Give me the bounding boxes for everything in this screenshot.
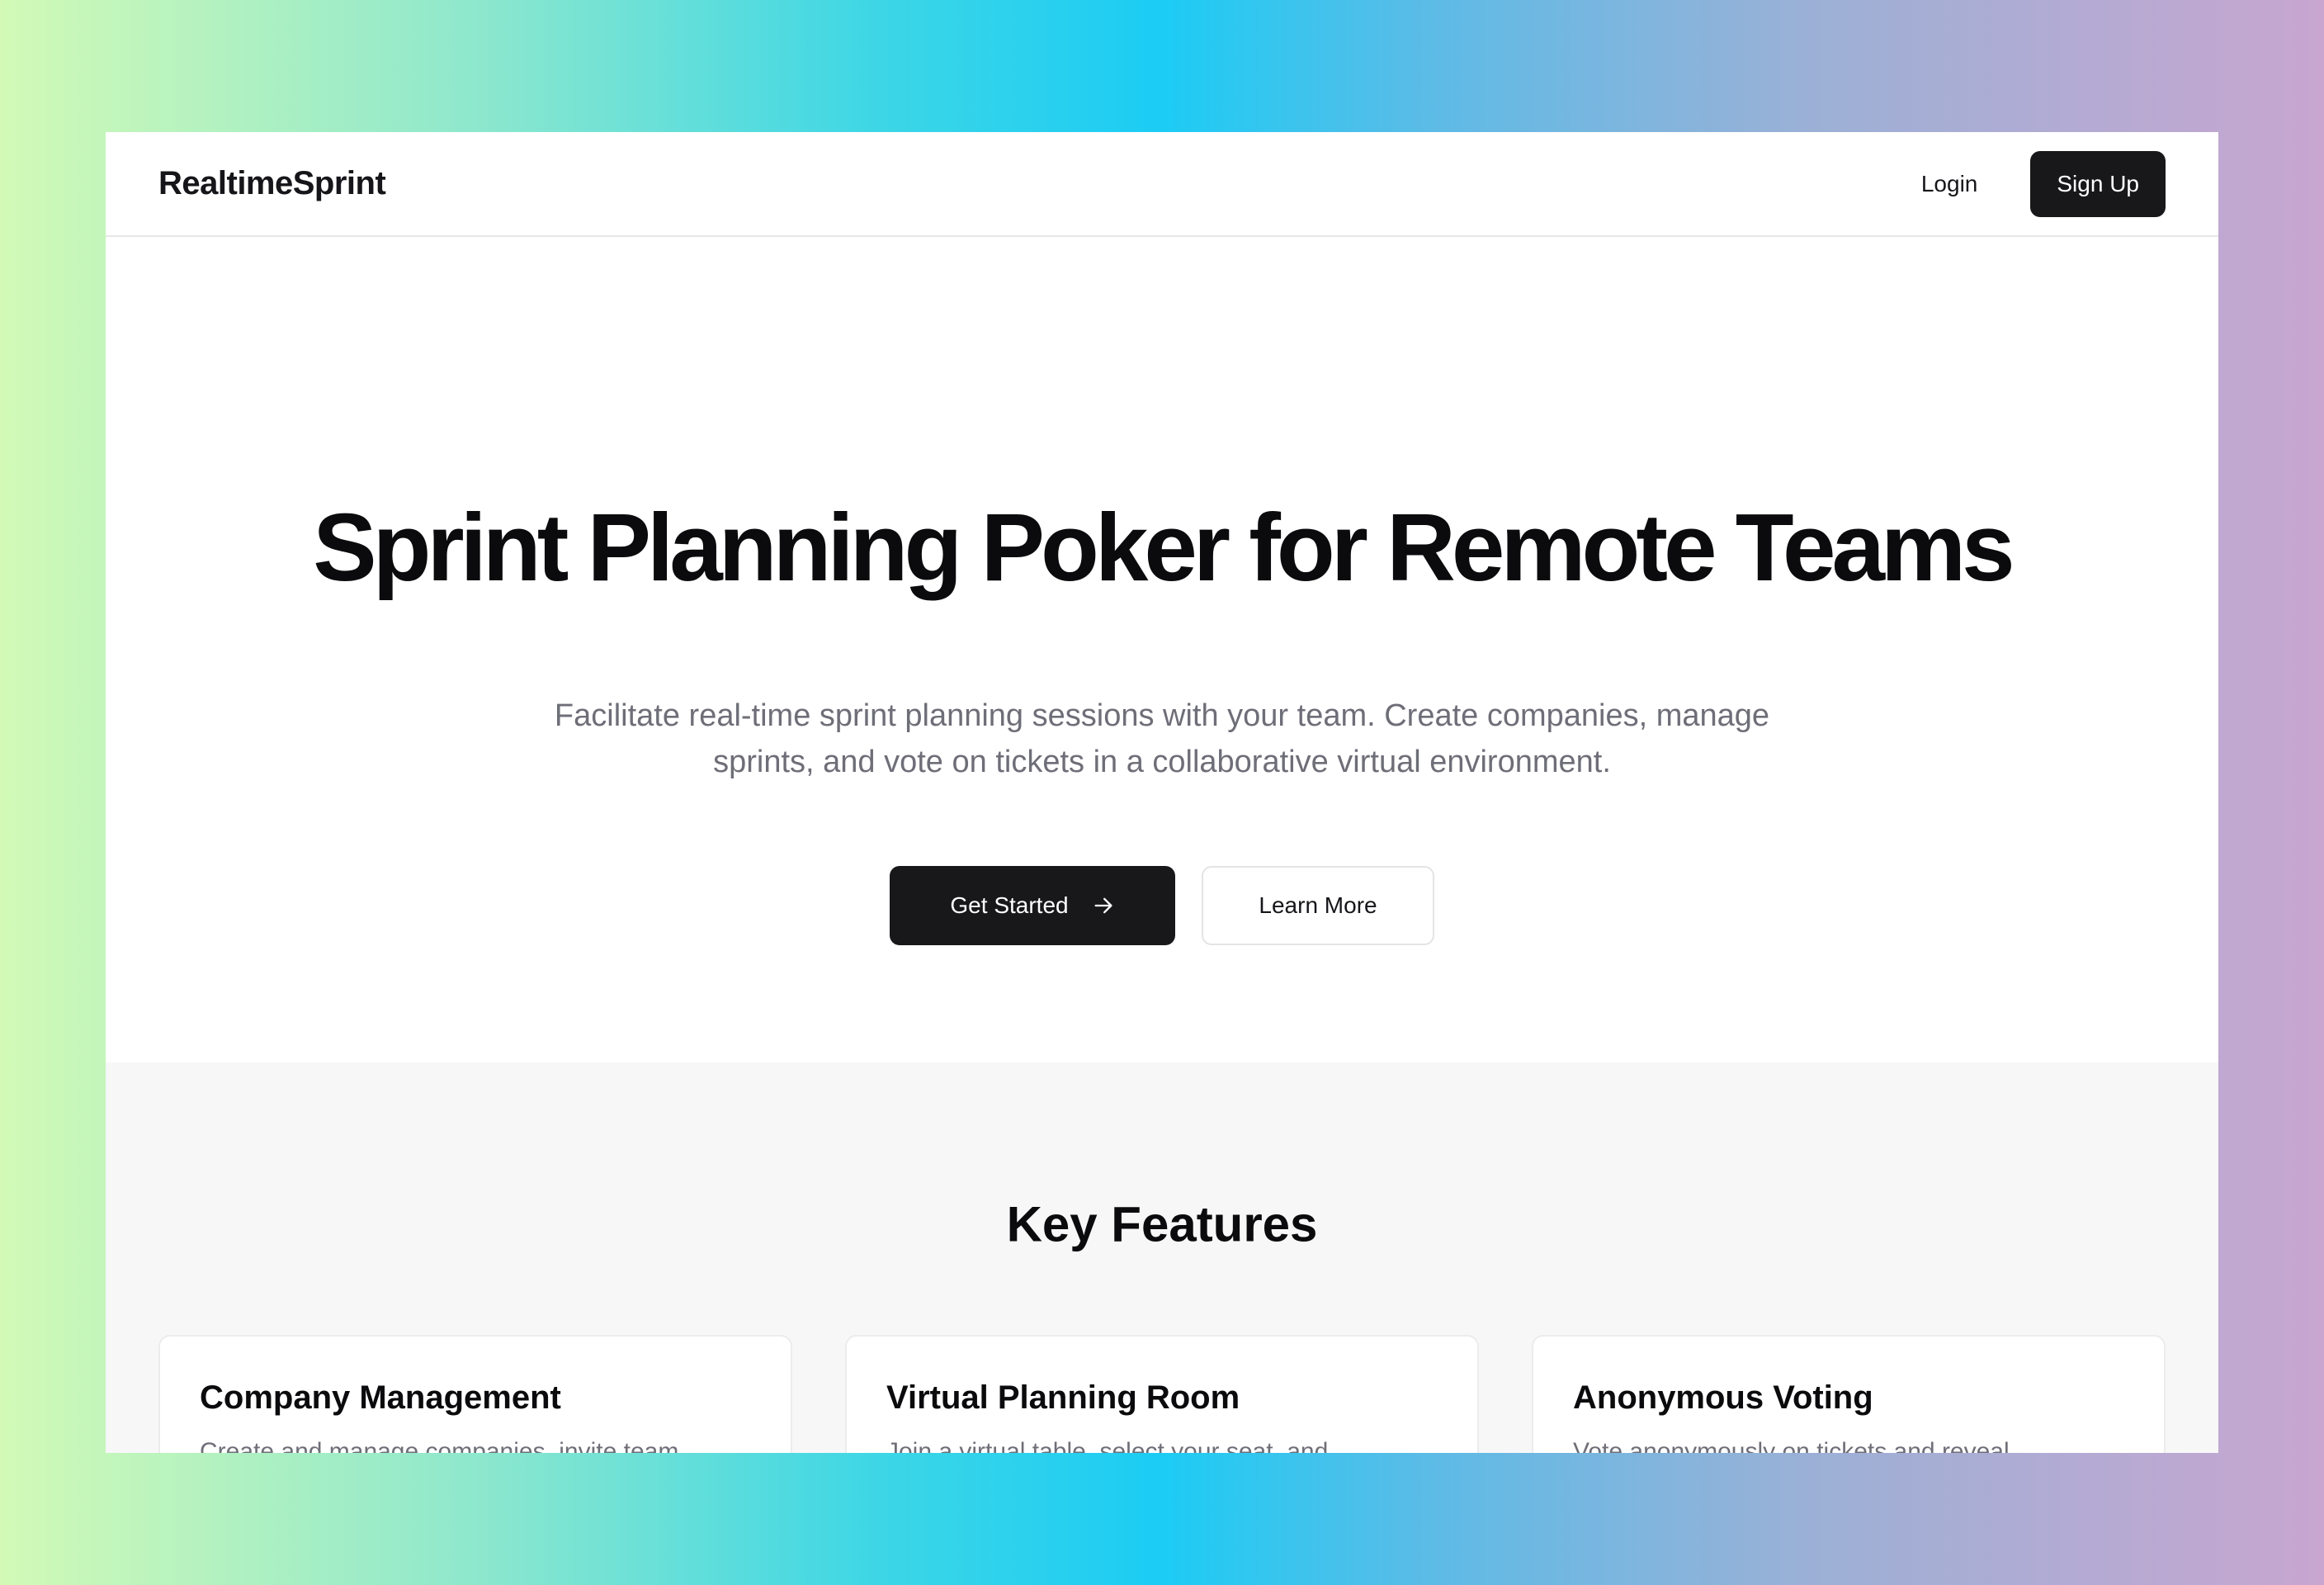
feature-cards: Company Management Create and manage com… [158, 1335, 2166, 1453]
feature-card-description: Vote anonymously on tickets and reveal [1573, 1438, 2010, 1453]
feature-card-title: Company Management [200, 1379, 561, 1416]
browser-viewport: RealtimeSprint Login Sign Up Sprint Plan… [106, 132, 2218, 1453]
feature-card-description: Create and manage companies, invite team [200, 1438, 679, 1453]
hero-subtitle: Facilitate real-time sprint planning ses… [554, 698, 1770, 779]
feature-card-company-management: Company Management Create and manage com… [158, 1335, 792, 1453]
features-title: Key Features [1006, 1196, 1318, 1252]
feature-card-title: Virtual Planning Room [886, 1379, 1240, 1416]
feature-card-anonymous-voting: Anonymous Voting Vote anonymously on tic… [1532, 1335, 2166, 1453]
hero-section: Sprint Planning Poker for Remote Teams F… [106, 237, 2218, 1062]
arrow-right-icon [1092, 894, 1115, 917]
login-button[interactable]: Login [1895, 153, 2005, 215]
get-started-button[interactable]: Get Started [890, 866, 1175, 945]
get-started-label: Get Started [950, 892, 1069, 918]
feature-card-title: Anonymous Voting [1573, 1379, 1873, 1416]
nav-actions: Login Sign Up [1895, 150, 2166, 217]
feature-card-description: Join a virtual table, select your seat, … [886, 1438, 1329, 1453]
top-navbar: RealtimeSprint Login Sign Up [106, 132, 2218, 237]
learn-more-button[interactable]: Learn More [1202, 866, 1434, 945]
features-section: Key Features Company Management Create a… [106, 1062, 2218, 1453]
brand-logo[interactable]: RealtimeSprint [158, 165, 386, 202]
signup-button[interactable]: Sign Up [2030, 150, 2166, 217]
feature-card-virtual-planning-room: Virtual Planning Room Join a virtual tab… [845, 1335, 1479, 1453]
hero-actions: Get Started Learn More [106, 866, 2218, 945]
hero-title: Sprint Planning Poker for Remote Teams [313, 494, 2015, 601]
